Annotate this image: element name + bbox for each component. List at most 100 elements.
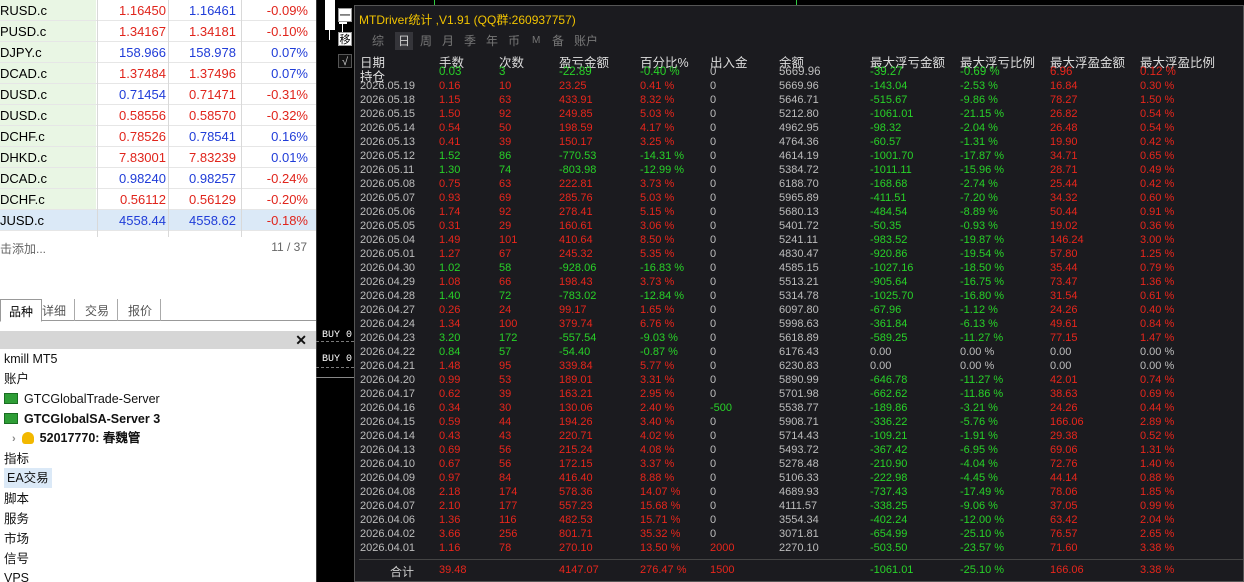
period-tab[interactable]: 季 xyxy=(461,32,479,50)
table-cell: 63 xyxy=(499,94,512,106)
table-cell: -0.93 % xyxy=(960,220,998,232)
bid-price: 4558.44 xyxy=(119,213,166,228)
navigator-item[interactable]: GTCGlobalSA-Server 3 xyxy=(4,409,160,429)
table-cell: 15.68 % xyxy=(640,500,681,512)
market-watch-row[interactable]: DCHF.c 0.56112 0.56129 -0.20% xyxy=(0,189,316,210)
total-deposit: 1500 xyxy=(710,564,735,576)
table-cell: 3071.81 xyxy=(779,528,819,540)
table-cell: 14.07 % xyxy=(640,486,681,498)
table-cell: 0 xyxy=(710,500,717,512)
period-tab[interactable]: 日 xyxy=(395,32,414,50)
period-tab[interactable]: M xyxy=(529,32,543,50)
minimize-panel-button[interactable]: 一 xyxy=(338,8,352,22)
market-watch-row[interactable]: DCAD.c 1.37484 1.37496 0.07% xyxy=(0,63,316,84)
table-cell: 67 xyxy=(499,248,512,260)
table-cell: -11.86 % xyxy=(960,388,1004,400)
bid-price: 0.98240 xyxy=(119,171,166,186)
table-cell: 482.53 xyxy=(559,514,593,526)
tab-details[interactable]: 详细 xyxy=(34,299,76,321)
table-cell: -0.87 % xyxy=(640,346,678,358)
table-cell: 1.36 xyxy=(439,514,461,526)
table-cell: -1025.70 xyxy=(870,290,914,302)
table-cell: 4962.95 xyxy=(779,122,819,134)
market-watch-row[interactable]: DJPY.c 158.966 158.978 0.07% xyxy=(0,42,316,63)
move-panel-button[interactable]: 移 xyxy=(338,32,352,46)
market-watch-row[interactable]: JUSD.c 4558.44 4558.62 -0.18% xyxy=(0,210,316,231)
period-tab[interactable]: 年 xyxy=(483,32,501,50)
period-tab[interactable]: 账户 xyxy=(571,32,601,50)
column-divider xyxy=(97,0,98,237)
table-cell: 3.20 xyxy=(439,332,461,344)
table-row: 2026.04.24 1.34 100 379.74 6.76 % 0 5998.63 -36… xyxy=(359,318,1243,332)
add-symbol-link[interactable]: 击添加... xyxy=(0,240,46,257)
table-cell: 37.05 xyxy=(1050,500,1078,512)
market-watch-row[interactable]: RUSD.c 1.16450 1.16461 -0.09% xyxy=(0,0,316,21)
period-tab[interactable]: 综 xyxy=(369,32,387,50)
table-cell: 0.93 xyxy=(439,192,461,204)
table-cell: 0 xyxy=(710,122,717,134)
table-cell: 0.41 % xyxy=(640,80,675,92)
table-cell: 29 xyxy=(499,220,512,232)
table-cell: 5998.63 xyxy=(779,318,819,330)
tab-trading[interactable]: 交易 xyxy=(77,299,119,321)
navigator-item[interactable]: › 52017770: 春魏管 xyxy=(12,428,140,448)
table-cell: -21.15 % xyxy=(960,108,1005,120)
chevron-right-icon[interactable]: › xyxy=(12,433,16,445)
bid-price: 1.34167 xyxy=(119,24,166,39)
table-cell: 49.61 xyxy=(1050,318,1078,330)
period-tab[interactable]: 备 xyxy=(549,32,567,50)
table-cell: 1.65 % xyxy=(640,304,675,316)
table-cell: -12.99 % xyxy=(640,164,685,176)
market-watch-row[interactable]: DCHF.c 0.78526 0.78541 0.16% xyxy=(0,126,316,147)
table-cell: 35.32 % xyxy=(640,528,681,540)
navigator-item[interactable]: kmill MT5 xyxy=(4,349,57,369)
table-cell: 160.61 xyxy=(559,220,593,232)
table-cell: 2.95 % xyxy=(640,388,675,400)
table-cell: 1.08 xyxy=(439,276,461,288)
table-cell: 1.31 % xyxy=(1140,444,1175,456)
daily-change: -0.20% xyxy=(266,192,308,207)
market-watch-row[interactable]: DHKD.c 7.83001 7.83239 0.01% xyxy=(0,147,316,168)
market-watch-row[interactable]: DUSD.c 0.58556 0.58570 -0.32% xyxy=(0,105,316,126)
table-cell: -67.96 xyxy=(870,304,902,316)
table-cell: -0.40 % xyxy=(640,66,680,78)
navigator-item[interactable]: 市场 xyxy=(4,529,29,549)
table-cell: -39.27 xyxy=(870,66,903,78)
table-cell: 0.00 xyxy=(870,346,892,358)
market-watch-row[interactable]: PUSD.c 1.34167 1.34181 -0.10% xyxy=(0,21,316,42)
navigator-item[interactable]: 账户 xyxy=(4,369,29,389)
daily-change: -0.32% xyxy=(266,108,308,123)
navigator-item[interactable]: 指标 xyxy=(4,449,29,469)
bid-price: 7.83001 xyxy=(119,150,166,165)
table-cell: 0 xyxy=(710,388,717,400)
table-cell: 78 xyxy=(499,542,512,554)
table-cell: 5.03 % xyxy=(640,192,675,204)
close-icon[interactable]: ✕ xyxy=(295,332,307,349)
table-cell: 256 xyxy=(499,528,518,540)
navigator-item[interactable]: 服务 xyxy=(4,509,29,529)
table-cell: 410.64 xyxy=(559,234,593,246)
navigator-item[interactable]: GTCGlobalTrade-Server xyxy=(4,389,160,409)
market-watch-row[interactable]: DCAD.c 0.98240 0.98257 -0.24% xyxy=(0,168,316,189)
navigator-item[interactable]: VPS xyxy=(4,568,29,582)
navigator-item[interactable]: 信号 xyxy=(4,549,29,569)
table-cell: 5401.72 xyxy=(779,220,819,232)
table-cell: 0.44 % xyxy=(1140,402,1175,414)
tab-ticks[interactable]: 报价 xyxy=(120,299,162,321)
period-tab[interactable]: 币 xyxy=(505,32,523,50)
table-cell: 0 xyxy=(710,318,717,330)
market-watch-row[interactable]: DUSD.c 0.71454 0.71471 -0.31% xyxy=(0,84,316,105)
check-icon[interactable]: √ xyxy=(338,54,352,68)
table-cell: -3.21 % xyxy=(960,402,998,414)
table-cell: 3.40 % xyxy=(640,416,675,428)
period-tab[interactable]: 周 xyxy=(417,32,435,50)
navigator-item[interactable]: 脚本 xyxy=(4,489,29,509)
table-cell: 34.32 xyxy=(1050,192,1078,204)
table-cell: 4830.47 xyxy=(779,248,819,260)
period-tab[interactable]: 月 xyxy=(439,32,457,50)
table-cell: 2026.04.24 xyxy=(360,318,416,330)
bid-price: 0.58556 xyxy=(119,108,166,123)
table-cell: 0.31 xyxy=(439,220,461,232)
table-cell: -168.68 xyxy=(870,178,908,190)
navigator-item[interactable]: EA交易 xyxy=(4,468,52,488)
